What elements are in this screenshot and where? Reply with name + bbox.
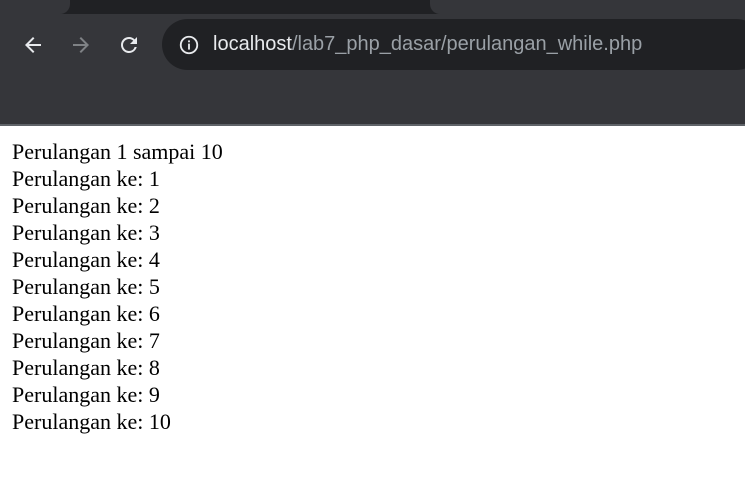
- url-path: /lab7_php_dasar/perulangan_while.php: [291, 33, 643, 55]
- address-bar[interactable]: localhost/lab7_php_dasar/perulangan_whil…: [162, 19, 745, 70]
- reload-icon: [121, 37, 137, 53]
- loop-line: Perulangan ke: 10: [12, 409, 171, 434]
- forward-arrow-icon: [73, 37, 89, 53]
- toolbar-divider: [0, 124, 745, 126]
- browser-tab[interactable]: [430, 0, 745, 14]
- loop-line: Perulangan ke: 8: [12, 355, 160, 380]
- site-info-icon[interactable]: [178, 34, 200, 56]
- loop-line: Perulangan ke: 5: [12, 274, 160, 299]
- loop-line: Perulangan ke: 3: [12, 220, 160, 245]
- url-host: localhost: [213, 33, 292, 55]
- tab-strip: [0, 0, 745, 14]
- loop-line: Perulangan ke: 7: [12, 328, 160, 353]
- loop-line: Perulangan ke: 6: [12, 301, 160, 326]
- page-heading: Perulangan 1 sampai 10: [12, 139, 223, 164]
- url-text[interactable]: localhost/lab7_php_dasar/perulangan_whil…: [213, 32, 642, 56]
- loop-line: Perulangan ke: 1: [12, 166, 160, 191]
- browser-tab[interactable]: [0, 0, 70, 14]
- back-arrow-icon: [25, 37, 41, 53]
- reload-button[interactable]: [114, 30, 144, 60]
- loop-line: Perulangan ke: 9: [12, 382, 160, 407]
- loop-line: Perulangan ke: 2: [12, 193, 160, 218]
- back-button[interactable]: [18, 30, 48, 60]
- page-body: Perulangan 1 sampai 10 Perulangan ke: 1 …: [12, 138, 223, 435]
- loop-line: Perulangan ke: 4: [12, 247, 160, 272]
- browser-toolbar: localhost/lab7_php_dasar/perulangan_whil…: [0, 0, 745, 125]
- forward-button[interactable]: [66, 30, 96, 60]
